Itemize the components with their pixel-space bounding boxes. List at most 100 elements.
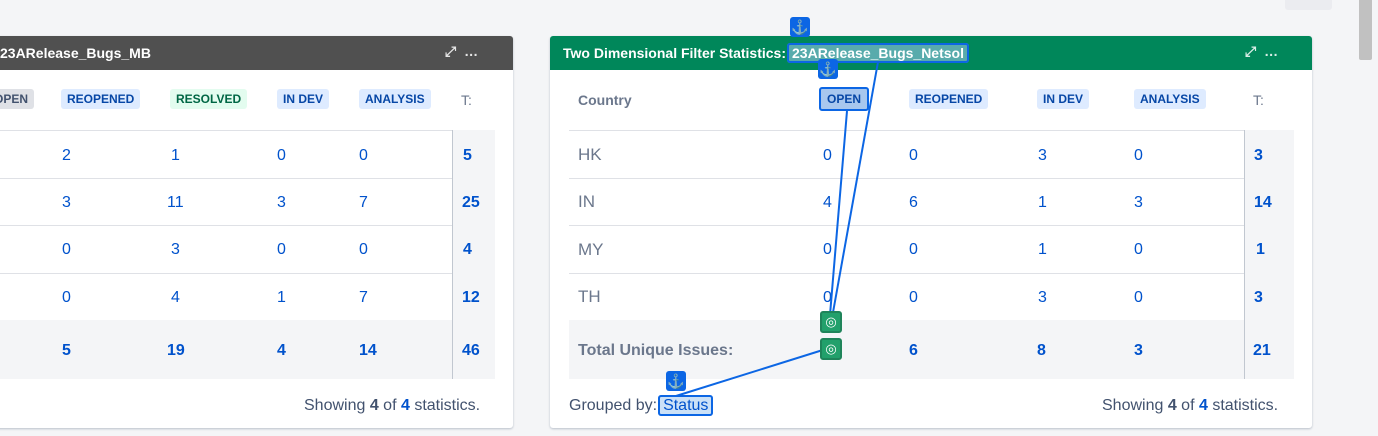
- cell-analysis[interactable]: 7: [359, 193, 368, 213]
- footer-text: statistics.: [409, 397, 481, 414]
- grouped-by-label: Grouped by:: [569, 397, 658, 414]
- scrollbar-thumb[interactable]: [1359, 0, 1372, 60]
- gadget-left: 23ARelease_Bugs_MB ⤢ … OPEN REOPENED RES…: [0, 36, 513, 428]
- totals-label: Total Unique Issues:: [578, 342, 734, 359]
- total-in-dev[interactable]: 8: [1037, 341, 1046, 361]
- totals-row-bg: [0, 320, 495, 379]
- cell-reopened[interactable]: 0: [909, 240, 918, 260]
- cell-in-dev[interactable]: 1: [1038, 193, 1047, 213]
- col-analysis[interactable]: ANALYSIS: [359, 89, 431, 109]
- col-in-dev[interactable]: IN DEV: [277, 89, 330, 109]
- cell-analysis[interactable]: 0: [359, 146, 368, 166]
- cell-reopened[interactable]: 6: [909, 193, 918, 213]
- cell-in-dev[interactable]: 1: [277, 288, 286, 308]
- anchor-icon[interactable]: ⚓: [818, 59, 838, 79]
- cell-total[interactable]: 5: [463, 146, 472, 166]
- cell-in-dev[interactable]: 3: [1038, 288, 1047, 308]
- cell-reopened[interactable]: 2: [62, 146, 71, 166]
- cell-open[interactable]: 0: [823, 240, 832, 260]
- country-cell: TH: [578, 287, 601, 306]
- cell-total[interactable]: 4: [463, 240, 472, 260]
- cell-in-dev[interactable]: 1: [1038, 240, 1047, 260]
- gadget-left-actions-icon[interactable]: ⤢ …: [445, 43, 480, 60]
- cell-reopened[interactable]: 0: [909, 146, 918, 166]
- cell-resolved[interactable]: 11: [167, 193, 184, 213]
- page-scrollbar[interactable]: [1356, 0, 1378, 436]
- divider: [452, 130, 453, 379]
- country-cell: IN: [578, 192, 595, 211]
- col-reopened[interactable]: REOPENED: [61, 89, 141, 109]
- gadget-right-actions-icon[interactable]: ⤢ …: [1245, 43, 1280, 60]
- cell-in-dev[interactable]: 0: [277, 146, 286, 166]
- col-in-dev[interactable]: IN DEV: [1037, 89, 1090, 109]
- footer-total-link[interactable]: 4: [401, 397, 410, 414]
- cell-resolved[interactable]: 4: [171, 288, 180, 308]
- cell-reopened[interactable]: 0: [909, 288, 918, 308]
- total-in-dev[interactable]: 4: [277, 341, 286, 361]
- total-all[interactable]: 21: [1253, 341, 1271, 361]
- target-icon[interactable]: ◎: [820, 311, 842, 333]
- col-reopened[interactable]: REOPENED: [909, 89, 989, 109]
- footer-text: of: [1176, 397, 1199, 414]
- title-prefix: Two Dimensional Filter Statistics:: [563, 45, 787, 61]
- anchor-icon[interactable]: ⚓: [666, 371, 686, 391]
- col-open[interactable]: OPEN: [819, 87, 870, 111]
- footer-text: statistics.: [1207, 397, 1279, 414]
- total-analysis[interactable]: 3: [1134, 341, 1143, 361]
- divider: [569, 273, 1294, 274]
- col-resolved[interactable]: RESOLVED: [170, 89, 248, 109]
- cell-in-dev[interactable]: 0: [277, 240, 286, 260]
- divider: [0, 130, 495, 131]
- cell-in-dev[interactable]: 3: [277, 193, 286, 213]
- cell-analysis[interactable]: 7: [359, 288, 368, 308]
- cell-total[interactable]: 12: [462, 288, 480, 308]
- divider: [0, 273, 495, 274]
- footer-text: Showing: [1102, 397, 1168, 414]
- anchor-icon[interactable]: ⚓: [790, 17, 810, 37]
- gadget-left-header: 23ARelease_Bugs_MB ⤢ …: [0, 36, 513, 70]
- cell-analysis[interactable]: 0: [1134, 146, 1143, 166]
- top-toolbar-button[interactable]: [1285, 0, 1332, 10]
- gadget-left-title[interactable]: 23ARelease_Bugs_MB: [0, 45, 151, 61]
- divider: [569, 178, 1294, 179]
- cell-total[interactable]: 25: [462, 193, 480, 213]
- total-reopened[interactable]: 5: [62, 341, 71, 361]
- cell-reopened[interactable]: 3: [62, 193, 71, 213]
- col-analysis[interactable]: ANALYSIS: [1134, 89, 1206, 109]
- col-total: T:: [1253, 92, 1264, 108]
- footer-text: of: [378, 397, 401, 414]
- target-icon[interactable]: ◎: [820, 338, 842, 360]
- col-total: T:: [461, 92, 472, 108]
- cell-open[interactable]: 0: [823, 288, 832, 308]
- total-analysis[interactable]: 14: [359, 341, 377, 361]
- total-all[interactable]: 46: [462, 341, 480, 361]
- cell-total[interactable]: 3: [1254, 288, 1263, 308]
- cell-analysis[interactable]: 0: [1134, 240, 1143, 260]
- footer-text: Showing: [304, 397, 370, 414]
- total-resolved[interactable]: 19: [167, 341, 185, 361]
- cell-reopened[interactable]: 0: [62, 288, 71, 308]
- cell-open[interactable]: 4: [823, 193, 832, 213]
- divider: [1244, 130, 1245, 379]
- divider: [569, 130, 1294, 131]
- row-header-country: Country: [578, 92, 632, 108]
- cell-analysis[interactable]: 0: [1134, 288, 1143, 308]
- cell-total[interactable]: 3: [1254, 146, 1263, 166]
- col-open[interactable]: OPEN: [0, 89, 35, 109]
- cell-resolved[interactable]: 1: [171, 146, 180, 166]
- total-col-bg: [1245, 130, 1294, 320]
- cell-total[interactable]: 14: [1254, 193, 1272, 213]
- cell-total[interactable]: 1: [1256, 240, 1265, 260]
- cell-reopened[interactable]: 0: [62, 240, 71, 260]
- cell-open[interactable]: 0: [823, 146, 832, 166]
- grouped-by-status-link[interactable]: Status: [658, 395, 714, 416]
- cell-analysis[interactable]: 0: [359, 240, 368, 260]
- filter-link[interactable]: 23ARelease_Bugs_Netsol: [787, 43, 969, 63]
- footer-shown-count: 4: [1167, 397, 1177, 414]
- cell-resolved[interactable]: 3: [171, 240, 180, 260]
- total-reopened[interactable]: 6: [909, 341, 918, 361]
- footer-total-link[interactable]: 4: [1199, 397, 1208, 414]
- cell-analysis[interactable]: 3: [1134, 193, 1143, 213]
- divider: [0, 178, 495, 179]
- cell-in-dev[interactable]: 3: [1038, 146, 1047, 166]
